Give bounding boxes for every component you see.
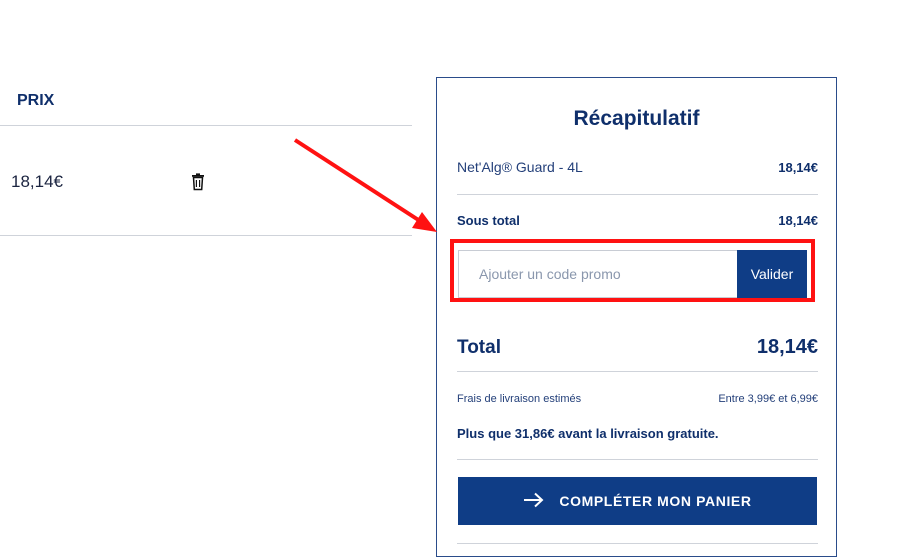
divider — [457, 371, 818, 372]
summary-item-row: Net'Alg® Guard - 4L 18,14€ — [457, 159, 818, 175]
promo-code-input[interactable] — [458, 250, 738, 298]
shipping-value: Entre 3,99€ et 6,99€ — [718, 393, 818, 405]
divider — [457, 459, 818, 460]
validate-promo-button[interactable]: Valider — [737, 250, 807, 298]
total-value: 18,14€ — [756, 336, 818, 358]
complete-cart-label: COMPLÉTER MON PANIER — [559, 493, 752, 509]
divider — [457, 194, 818, 195]
summary-item-name: Net'Alg® Guard - 4L — [457, 159, 583, 175]
subtotal-row: Sous total 18,14€ — [457, 213, 818, 228]
shipping-row: Frais de livraison estimés Entre 3,99€ e… — [457, 393, 818, 405]
price-column-header: PRIX — [17, 92, 55, 109]
subtotal-label: Sous total — [457, 213, 520, 228]
trash-icon[interactable] — [190, 173, 206, 191]
table-divider — [0, 125, 412, 126]
total-row: Total 18,14€ — [457, 336, 818, 359]
summary-title: Récapitulatif — [573, 107, 700, 130]
table-divider — [0, 235, 412, 236]
complete-cart-button[interactable]: COMPLÉTER MON PANIER — [458, 477, 817, 525]
summary-item-price: 18,14€ — [778, 160, 818, 175]
cart-item-price: 18,14€ — [11, 172, 63, 191]
shipping-label: Frais de livraison estimés — [457, 393, 582, 405]
total-label: Total — [457, 337, 501, 358]
arrow-right-icon — [523, 492, 545, 511]
divider — [457, 543, 818, 544]
subtotal-value: 18,14€ — [778, 213, 818, 228]
free-shipping-notice: Plus que 31,86€ avant la livraison gratu… — [457, 426, 719, 441]
